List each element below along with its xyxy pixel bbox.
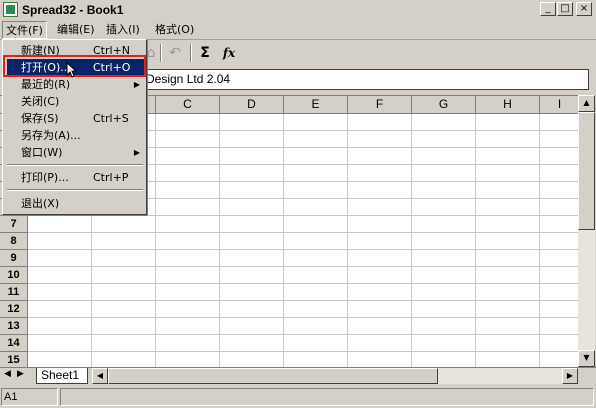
status-cell-reference: A1: [1, 388, 58, 406]
column-header-e[interactable]: E: [284, 96, 348, 114]
menu-item-recent[interactable]: 最近的(R) ▶: [7, 76, 144, 93]
vertical-scroll-thumb[interactable]: [578, 112, 595, 230]
menu-insert[interactable]: 插入(I): [103, 21, 143, 39]
grid-line: [411, 114, 412, 368]
app-icon: [3, 2, 18, 17]
window-title: Spread32 - Book1: [22, 3, 124, 17]
grid-line: [28, 334, 578, 335]
column-header-d[interactable]: D: [220, 96, 284, 114]
grid-line: [283, 114, 284, 368]
menu-item-close[interactable]: 关闭(C): [7, 93, 144, 110]
autosum-button[interactable]: Σ: [194, 43, 216, 63]
menu-item-shortcut: Ctrl+S: [93, 112, 129, 125]
row-header-12[interactable]: 12: [0, 301, 28, 318]
menu-item-label: 另存为(A)...: [21, 129, 81, 142]
menu-item-window[interactable]: 窗口(W) ▶: [7, 144, 144, 161]
menu-edit[interactable]: 编辑(E): [54, 21, 98, 39]
grid-line: [28, 283, 578, 284]
submenu-arrow-icon: ▶: [133, 148, 140, 157]
menu-format[interactable]: 格式(O): [152, 21, 197, 39]
column-header-h[interactable]: H: [476, 96, 540, 114]
scroll-up-button[interactable]: ▲: [578, 95, 595, 112]
maximize-button[interactable]: □: [557, 2, 573, 16]
grid-line: [28, 317, 578, 318]
scroll-down-button[interactable]: ▼: [578, 350, 595, 367]
column-header-g[interactable]: G: [412, 96, 476, 114]
grid-line: [155, 114, 156, 368]
menu-item-label: 退出(X): [21, 197, 60, 210]
tab-scroll-left-icon[interactable]: ◀: [4, 369, 11, 379]
grid-line: [28, 300, 578, 301]
function-button[interactable]: fx: [218, 43, 240, 63]
grid-line: [347, 114, 348, 368]
scroll-left-button[interactable]: ◀: [92, 368, 108, 384]
grid-line: [539, 114, 540, 368]
menu-item-label: 打印(P)...: [21, 171, 69, 184]
menu-item-label: 关闭(C): [21, 95, 60, 108]
grid-line: [28, 351, 578, 352]
submenu-arrow-icon: ▶: [133, 80, 140, 89]
menu-item-exit[interactable]: 退出(X): [7, 195, 144, 212]
menu-file[interactable]: 文件(F): [2, 21, 47, 39]
row-header-14[interactable]: 14: [0, 335, 28, 352]
row-header-13[interactable]: 13: [0, 318, 28, 335]
scroll-right-button[interactable]: ▶: [562, 368, 578, 384]
status-panel: [60, 388, 594, 406]
row-header-10[interactable]: 10: [0, 267, 28, 284]
menu-item-label: 窗口(W): [21, 146, 63, 159]
toolbar-separator: [190, 44, 192, 62]
column-header-f[interactable]: F: [348, 96, 412, 114]
menu-item-save[interactable]: 保存(S) Ctrl+S: [7, 110, 144, 127]
menu-separator: [7, 189, 143, 191]
menu-item-label: 保存(S): [21, 112, 59, 125]
menu-item-label: 最近的(R): [21, 78, 71, 91]
grid-line: [28, 266, 578, 267]
undo-icon[interactable]: ↶: [164, 43, 186, 63]
row-header-9[interactable]: 9: [0, 250, 28, 267]
column-header-i[interactable]: I: [540, 96, 578, 114]
close-button[interactable]: ×: [576, 2, 592, 16]
row-header-7[interactable]: 7: [0, 216, 28, 233]
row-header-11[interactable]: 11: [0, 284, 28, 301]
grid-line: [475, 114, 476, 368]
menu-item-save-as[interactable]: 另存为(A)...: [7, 127, 144, 144]
grid-line: [28, 249, 578, 250]
formula-input[interactable]: Design Ltd 2.04: [143, 69, 589, 90]
menu-item-shortcut: Ctrl+P: [93, 171, 129, 184]
mouse-cursor-icon: [66, 62, 78, 78]
minimize-button[interactable]: _: [540, 2, 556, 16]
tab-scroll-right-icon[interactable]: ▶: [17, 369, 24, 379]
column-header-c[interactable]: C: [156, 96, 220, 114]
row-header-8[interactable]: 8: [0, 233, 28, 250]
menu-item-print[interactable]: 打印(P)... Ctrl+P: [7, 169, 144, 186]
menu-separator: [7, 164, 143, 166]
grid-line: [28, 232, 578, 233]
toolbar-separator: [160, 44, 162, 62]
horizontal-scroll-thumb[interactable]: [108, 368, 438, 384]
grid-line: [219, 114, 220, 368]
sheet-tab[interactable]: Sheet1: [36, 368, 88, 384]
grid-line: [28, 215, 578, 216]
row-header-15[interactable]: 15: [0, 352, 28, 368]
